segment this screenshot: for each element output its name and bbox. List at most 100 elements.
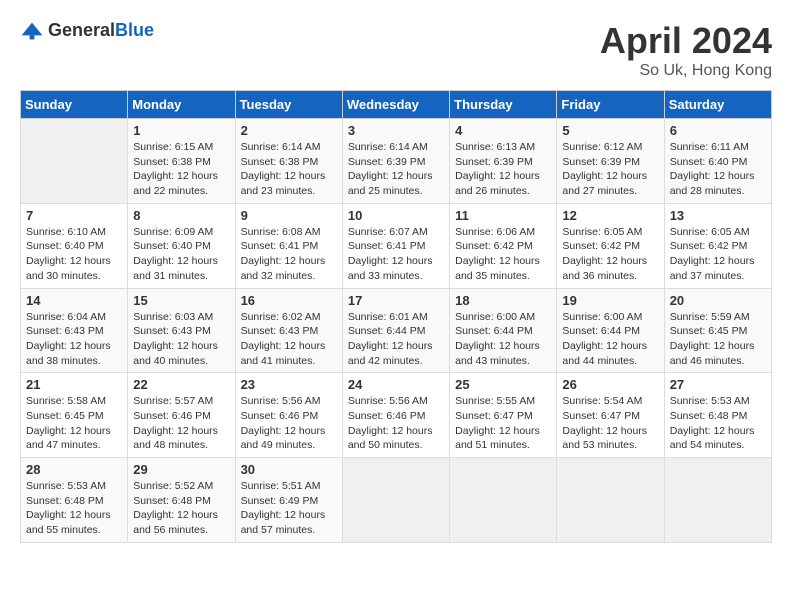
day-cell: 13 Sunrise: 6:05 AMSunset: 6:42 PMDayligh… xyxy=(664,203,771,288)
day-cell: 21 Sunrise: 5:58 AMSunset: 6:45 PMDayligh… xyxy=(21,373,128,458)
day-info: Sunrise: 6:10 AMSunset: 6:40 PMDaylight:… xyxy=(26,225,122,284)
day-info: Sunrise: 6:01 AMSunset: 6:44 PMDaylight:… xyxy=(348,310,444,369)
day-number: 18 xyxy=(455,293,551,308)
weekday-saturday: Saturday xyxy=(664,91,771,119)
day-cell: 18 Sunrise: 6:00 AMSunset: 6:44 PMDayligh… xyxy=(450,288,557,373)
day-number: 3 xyxy=(348,123,444,138)
day-info: Sunrise: 6:08 AMSunset: 6:41 PMDaylight:… xyxy=(241,225,337,284)
day-cell: 14 Sunrise: 6:04 AMSunset: 6:43 PMDayligh… xyxy=(21,288,128,373)
day-cell: 22 Sunrise: 5:57 AMSunset: 6:46 PMDayligh… xyxy=(128,373,235,458)
day-number: 5 xyxy=(562,123,658,138)
day-number: 25 xyxy=(455,377,551,392)
day-info: Sunrise: 6:03 AMSunset: 6:43 PMDaylight:… xyxy=(133,310,229,369)
day-cell: 15Sunrise: 6:03 AMSunset: 6:43 PMDayligh… xyxy=(128,288,235,373)
day-info: Sunrise: 6:14 AMSunset: 6:39 PMDaylight:… xyxy=(348,140,444,199)
day-info: Sunrise: 6:02 AMSunset: 6:43 PMDaylight:… xyxy=(241,310,337,369)
day-info: Sunrise: 5:56 AMSunset: 6:46 PMDaylight:… xyxy=(241,394,337,453)
week-row-1: 1Sunrise: 6:15 AMSunset: 6:38 PMDaylight… xyxy=(21,119,772,204)
logo-icon xyxy=(20,21,44,41)
day-cell: 5 Sunrise: 6:12 AMSunset: 6:39 PMDaylight… xyxy=(557,119,664,204)
day-cell: 2 Sunrise: 6:14 AMSunset: 6:38 PMDaylight… xyxy=(235,119,342,204)
day-cell xyxy=(557,458,664,543)
header: GeneralBlue April 2024 So Uk, Hong Kong xyxy=(20,20,772,80)
day-number: 17 xyxy=(348,293,444,308)
location-title: So Uk, Hong Kong xyxy=(600,62,772,80)
day-cell: 29 Sunrise: 5:52 AMSunset: 6:48 PMDayligh… xyxy=(128,458,235,543)
day-info: Sunrise: 5:53 AMSunset: 6:48 PMDaylight:… xyxy=(26,479,122,538)
week-row-5: 28 Sunrise: 5:53 AMSunset: 6:48 PMDayligh… xyxy=(21,458,772,543)
day-cell: 25 Sunrise: 5:55 AMSunset: 6:47 PMDayligh… xyxy=(450,373,557,458)
title-area: April 2024 So Uk, Hong Kong xyxy=(600,20,772,80)
day-info: Sunrise: 5:59 AMSunset: 6:45 PMDaylight:… xyxy=(670,310,766,369)
day-info: Sunrise: 6:13 AMSunset: 6:39 PMDaylight:… xyxy=(455,140,551,199)
logo: GeneralBlue xyxy=(20,20,154,41)
day-info: Sunrise: 6:15 AMSunset: 6:38 PMDaylight:… xyxy=(133,140,229,199)
day-number: 6 xyxy=(670,123,766,138)
calendar-header: SundayMondayTuesdayWednesdayThursdayFrid… xyxy=(21,91,772,119)
day-number: 29 xyxy=(133,462,229,477)
day-number: 14 xyxy=(26,293,122,308)
weekday-monday: Monday xyxy=(128,91,235,119)
day-cell: 9 Sunrise: 6:08 AMSunset: 6:41 PMDaylight… xyxy=(235,203,342,288)
day-cell: 26Sunrise: 5:54 AMSunset: 6:47 PMDayligh… xyxy=(557,373,664,458)
week-row-2: 7 Sunrise: 6:10 AMSunset: 6:40 PMDaylight… xyxy=(21,203,772,288)
day-info: Sunrise: 5:51 AMSunset: 6:49 PMDaylight:… xyxy=(241,479,337,538)
day-number: 9 xyxy=(241,208,337,223)
calendar-table: SundayMondayTuesdayWednesdayThursdayFrid… xyxy=(20,90,772,543)
day-cell: 4 Sunrise: 6:13 AMSunset: 6:39 PMDaylight… xyxy=(450,119,557,204)
day-cell: 12 Sunrise: 6:05 AMSunset: 6:42 PMDayligh… xyxy=(557,203,664,288)
day-cell: 24Sunrise: 5:56 AMSunset: 6:46 PMDayligh… xyxy=(342,373,449,458)
day-number: 10 xyxy=(348,208,444,223)
day-number: 24 xyxy=(348,377,444,392)
day-number: 16 xyxy=(241,293,337,308)
weekday-tuesday: Tuesday xyxy=(235,91,342,119)
day-cell xyxy=(21,119,128,204)
day-number: 23 xyxy=(241,377,337,392)
day-number: 8 xyxy=(133,208,229,223)
day-cell: 17 Sunrise: 6:01 AMSunset: 6:44 PMDayligh… xyxy=(342,288,449,373)
day-number: 4 xyxy=(455,123,551,138)
day-cell: 3 Sunrise: 6:14 AMSunset: 6:39 PMDaylight… xyxy=(342,119,449,204)
weekday-sunday: Sunday xyxy=(21,91,128,119)
day-number: 19 xyxy=(562,293,658,308)
day-number: 11 xyxy=(455,208,551,223)
day-cell: 8 Sunrise: 6:09 AMSunset: 6:40 PMDaylight… xyxy=(128,203,235,288)
day-info: Sunrise: 6:12 AMSunset: 6:39 PMDaylight:… xyxy=(562,140,658,199)
day-info: Sunrise: 5:53 AMSunset: 6:48 PMDaylight:… xyxy=(670,394,766,453)
day-number: 27 xyxy=(670,377,766,392)
day-info: Sunrise: 5:57 AMSunset: 6:46 PMDaylight:… xyxy=(133,394,229,453)
week-row-3: 14 Sunrise: 6:04 AMSunset: 6:43 PMDayligh… xyxy=(21,288,772,373)
day-number: 21 xyxy=(26,377,122,392)
day-number: 28 xyxy=(26,462,122,477)
weekday-friday: Friday xyxy=(557,91,664,119)
day-info: Sunrise: 5:58 AMSunset: 6:45 PMDaylight:… xyxy=(26,394,122,453)
day-number: 7 xyxy=(26,208,122,223)
day-cell: 23 Sunrise: 5:56 AMSunset: 6:46 PMDayligh… xyxy=(235,373,342,458)
weekday-row: SundayMondayTuesdayWednesdayThursdayFrid… xyxy=(21,91,772,119)
day-cell: 7 Sunrise: 6:10 AMSunset: 6:40 PMDaylight… xyxy=(21,203,128,288)
logo-blue: Blue xyxy=(115,20,154,40)
day-cell: 27 Sunrise: 5:53 AMSunset: 6:48 PMDayligh… xyxy=(664,373,771,458)
day-cell: 30 Sunrise: 5:51 AMSunset: 6:49 PMDayligh… xyxy=(235,458,342,543)
day-info: Sunrise: 6:11 AMSunset: 6:40 PMDaylight:… xyxy=(670,140,766,199)
day-info: Sunrise: 6:06 AMSunset: 6:42 PMDaylight:… xyxy=(455,225,551,284)
day-info: Sunrise: 6:07 AMSunset: 6:41 PMDaylight:… xyxy=(348,225,444,284)
day-info: Sunrise: 6:00 AMSunset: 6:44 PMDaylight:… xyxy=(455,310,551,369)
day-cell: 16 Sunrise: 6:02 AMSunset: 6:43 PMDayligh… xyxy=(235,288,342,373)
day-number: 22 xyxy=(133,377,229,392)
day-info: Sunrise: 6:05 AMSunset: 6:42 PMDaylight:… xyxy=(670,225,766,284)
day-info: Sunrise: 6:05 AMSunset: 6:42 PMDaylight:… xyxy=(562,225,658,284)
day-info: Sunrise: 5:52 AMSunset: 6:48 PMDaylight:… xyxy=(133,479,229,538)
day-number: 30 xyxy=(241,462,337,477)
calendar-body: 1Sunrise: 6:15 AMSunset: 6:38 PMDaylight… xyxy=(21,119,772,543)
day-number: 20 xyxy=(670,293,766,308)
day-info: Sunrise: 6:04 AMSunset: 6:43 PMDaylight:… xyxy=(26,310,122,369)
day-info: Sunrise: 6:09 AMSunset: 6:40 PMDaylight:… xyxy=(133,225,229,284)
day-info: Sunrise: 5:54 AMSunset: 6:47 PMDaylight:… xyxy=(562,394,658,453)
day-number: 2 xyxy=(241,123,337,138)
day-number: 13 xyxy=(670,208,766,223)
day-info: Sunrise: 5:55 AMSunset: 6:47 PMDaylight:… xyxy=(455,394,551,453)
day-number: 12 xyxy=(562,208,658,223)
day-info: Sunrise: 6:14 AMSunset: 6:38 PMDaylight:… xyxy=(241,140,337,199)
weekday-thursday: Thursday xyxy=(450,91,557,119)
